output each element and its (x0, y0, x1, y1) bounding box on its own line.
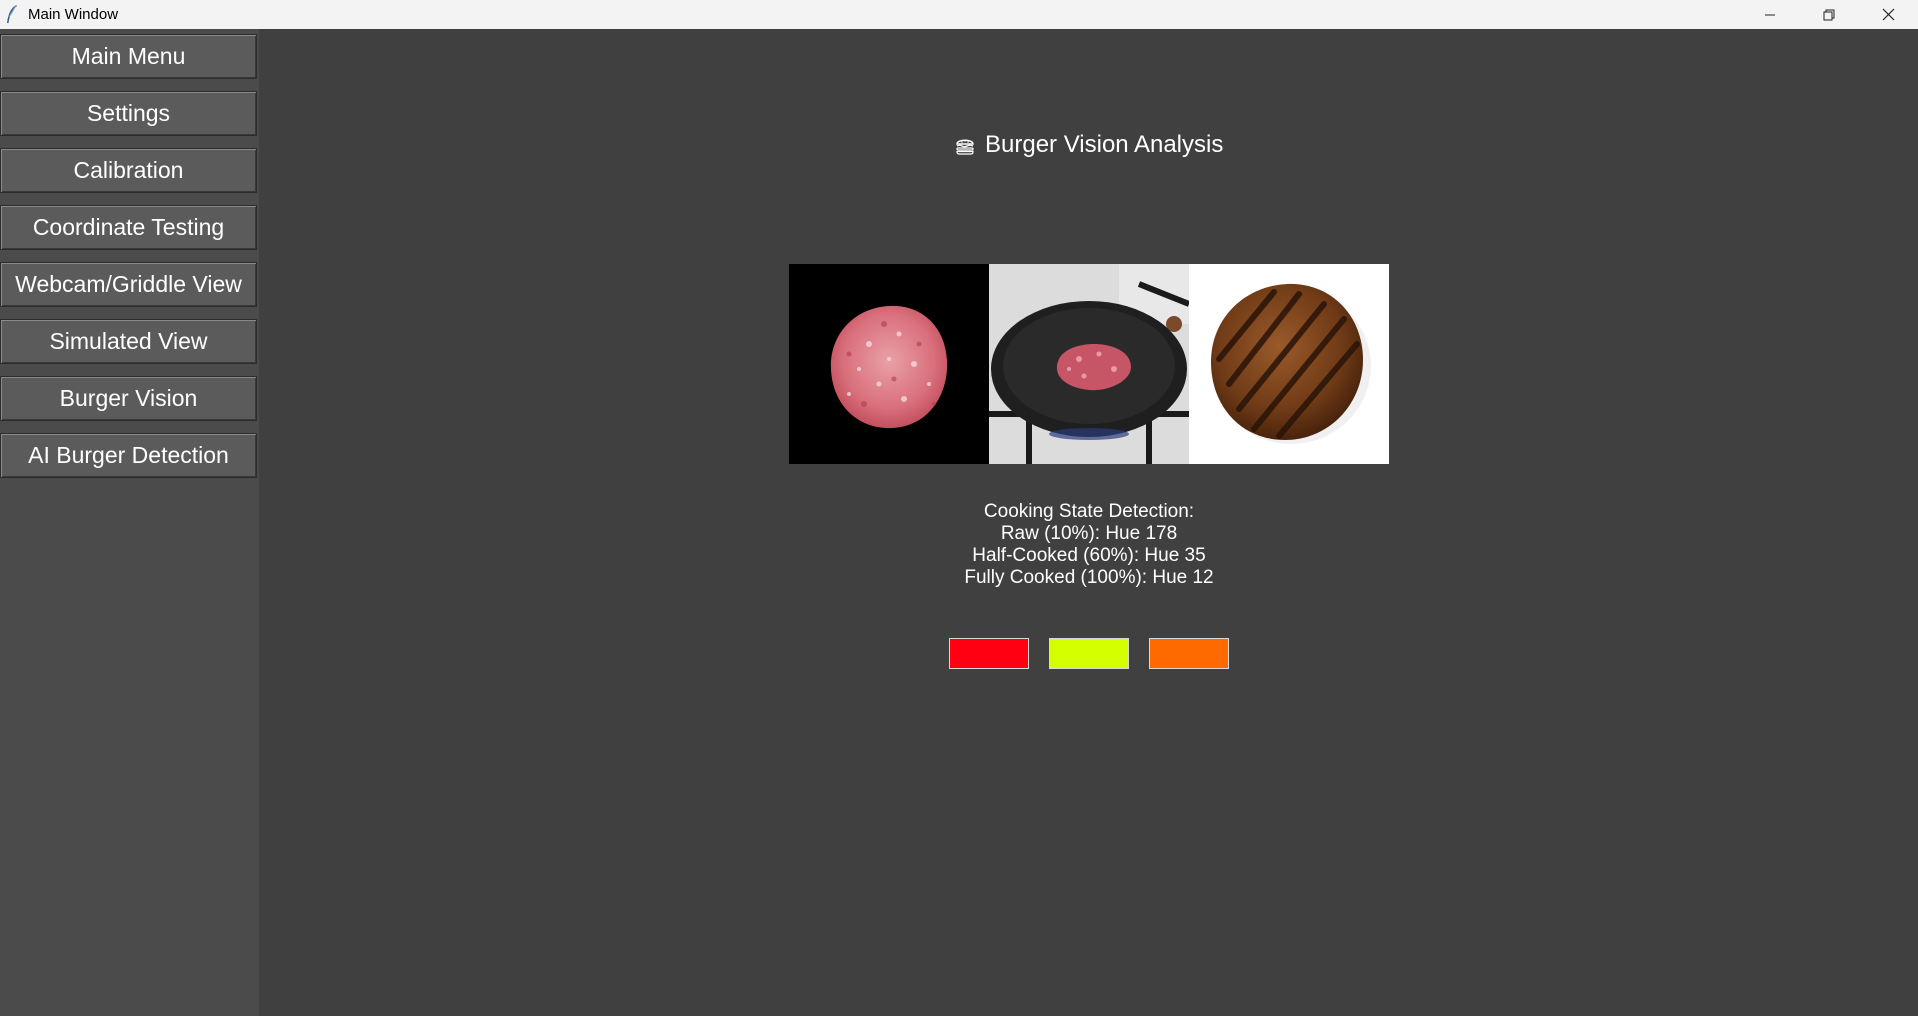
close-icon (1882, 8, 1894, 21)
window-title: Main Window (28, 6, 119, 23)
close-button[interactable] (1859, 0, 1917, 29)
raw-color-swatch (949, 638, 1029, 669)
webcam-griddle-view-button[interactable]: Webcam/Griddle View (0, 262, 257, 307)
minimize-icon (1765, 14, 1775, 15)
half-cooked-color-swatch (1049, 638, 1129, 669)
title-bar: Main Window (0, 0, 1918, 29)
restore-icon (1823, 9, 1835, 20)
burger-image-strip (789, 264, 1389, 464)
raw-patty-image (789, 264, 989, 464)
detection-raw: Raw (10%): Hue 178 (1000, 523, 1178, 544)
page-heading: Burger Vision Analysis (955, 130, 1223, 160)
half-cooked-pan-image (989, 264, 1189, 464)
restore-button[interactable] (1800, 0, 1858, 29)
simulated-view-button[interactable]: Simulated View (0, 319, 257, 364)
cooked-patty-graphic (1211, 283, 1371, 444)
minimize-button[interactable] (1741, 0, 1799, 29)
pan-graphic (989, 264, 1189, 464)
detection-fully-cooked: Fully Cooked (100%): Hue 12 (964, 567, 1214, 588)
heading-text: Burger Vision Analysis (985, 131, 1224, 158)
fully-cooked-patty-image (1189, 264, 1389, 464)
calibration-button[interactable]: Calibration (0, 148, 257, 193)
main-menu-button[interactable]: Main Menu (0, 34, 257, 79)
burger-icon (956, 139, 974, 155)
cooking-state-detection: Cooking State Detection: Raw (10%): Hue … (889, 501, 1289, 589)
detection-title: Cooking State Detection: (983, 501, 1195, 522)
raw-patty-graphic (830, 305, 948, 429)
detection-half-cooked: Half-Cooked (60%): Hue 35 (972, 545, 1206, 566)
settings-button[interactable]: Settings (0, 91, 257, 136)
sidebar: Main Menu Settings Calibration Coordinat… (0, 29, 259, 1016)
feather-icon (7, 4, 17, 23)
coordinate-testing-button[interactable]: Coordinate Testing (0, 205, 257, 250)
fully-cooked-color-swatch (1149, 638, 1229, 669)
ai-burger-detection-button[interactable]: AI Burger Detection (0, 433, 257, 478)
burger-vision-button[interactable]: Burger Vision (0, 376, 257, 421)
